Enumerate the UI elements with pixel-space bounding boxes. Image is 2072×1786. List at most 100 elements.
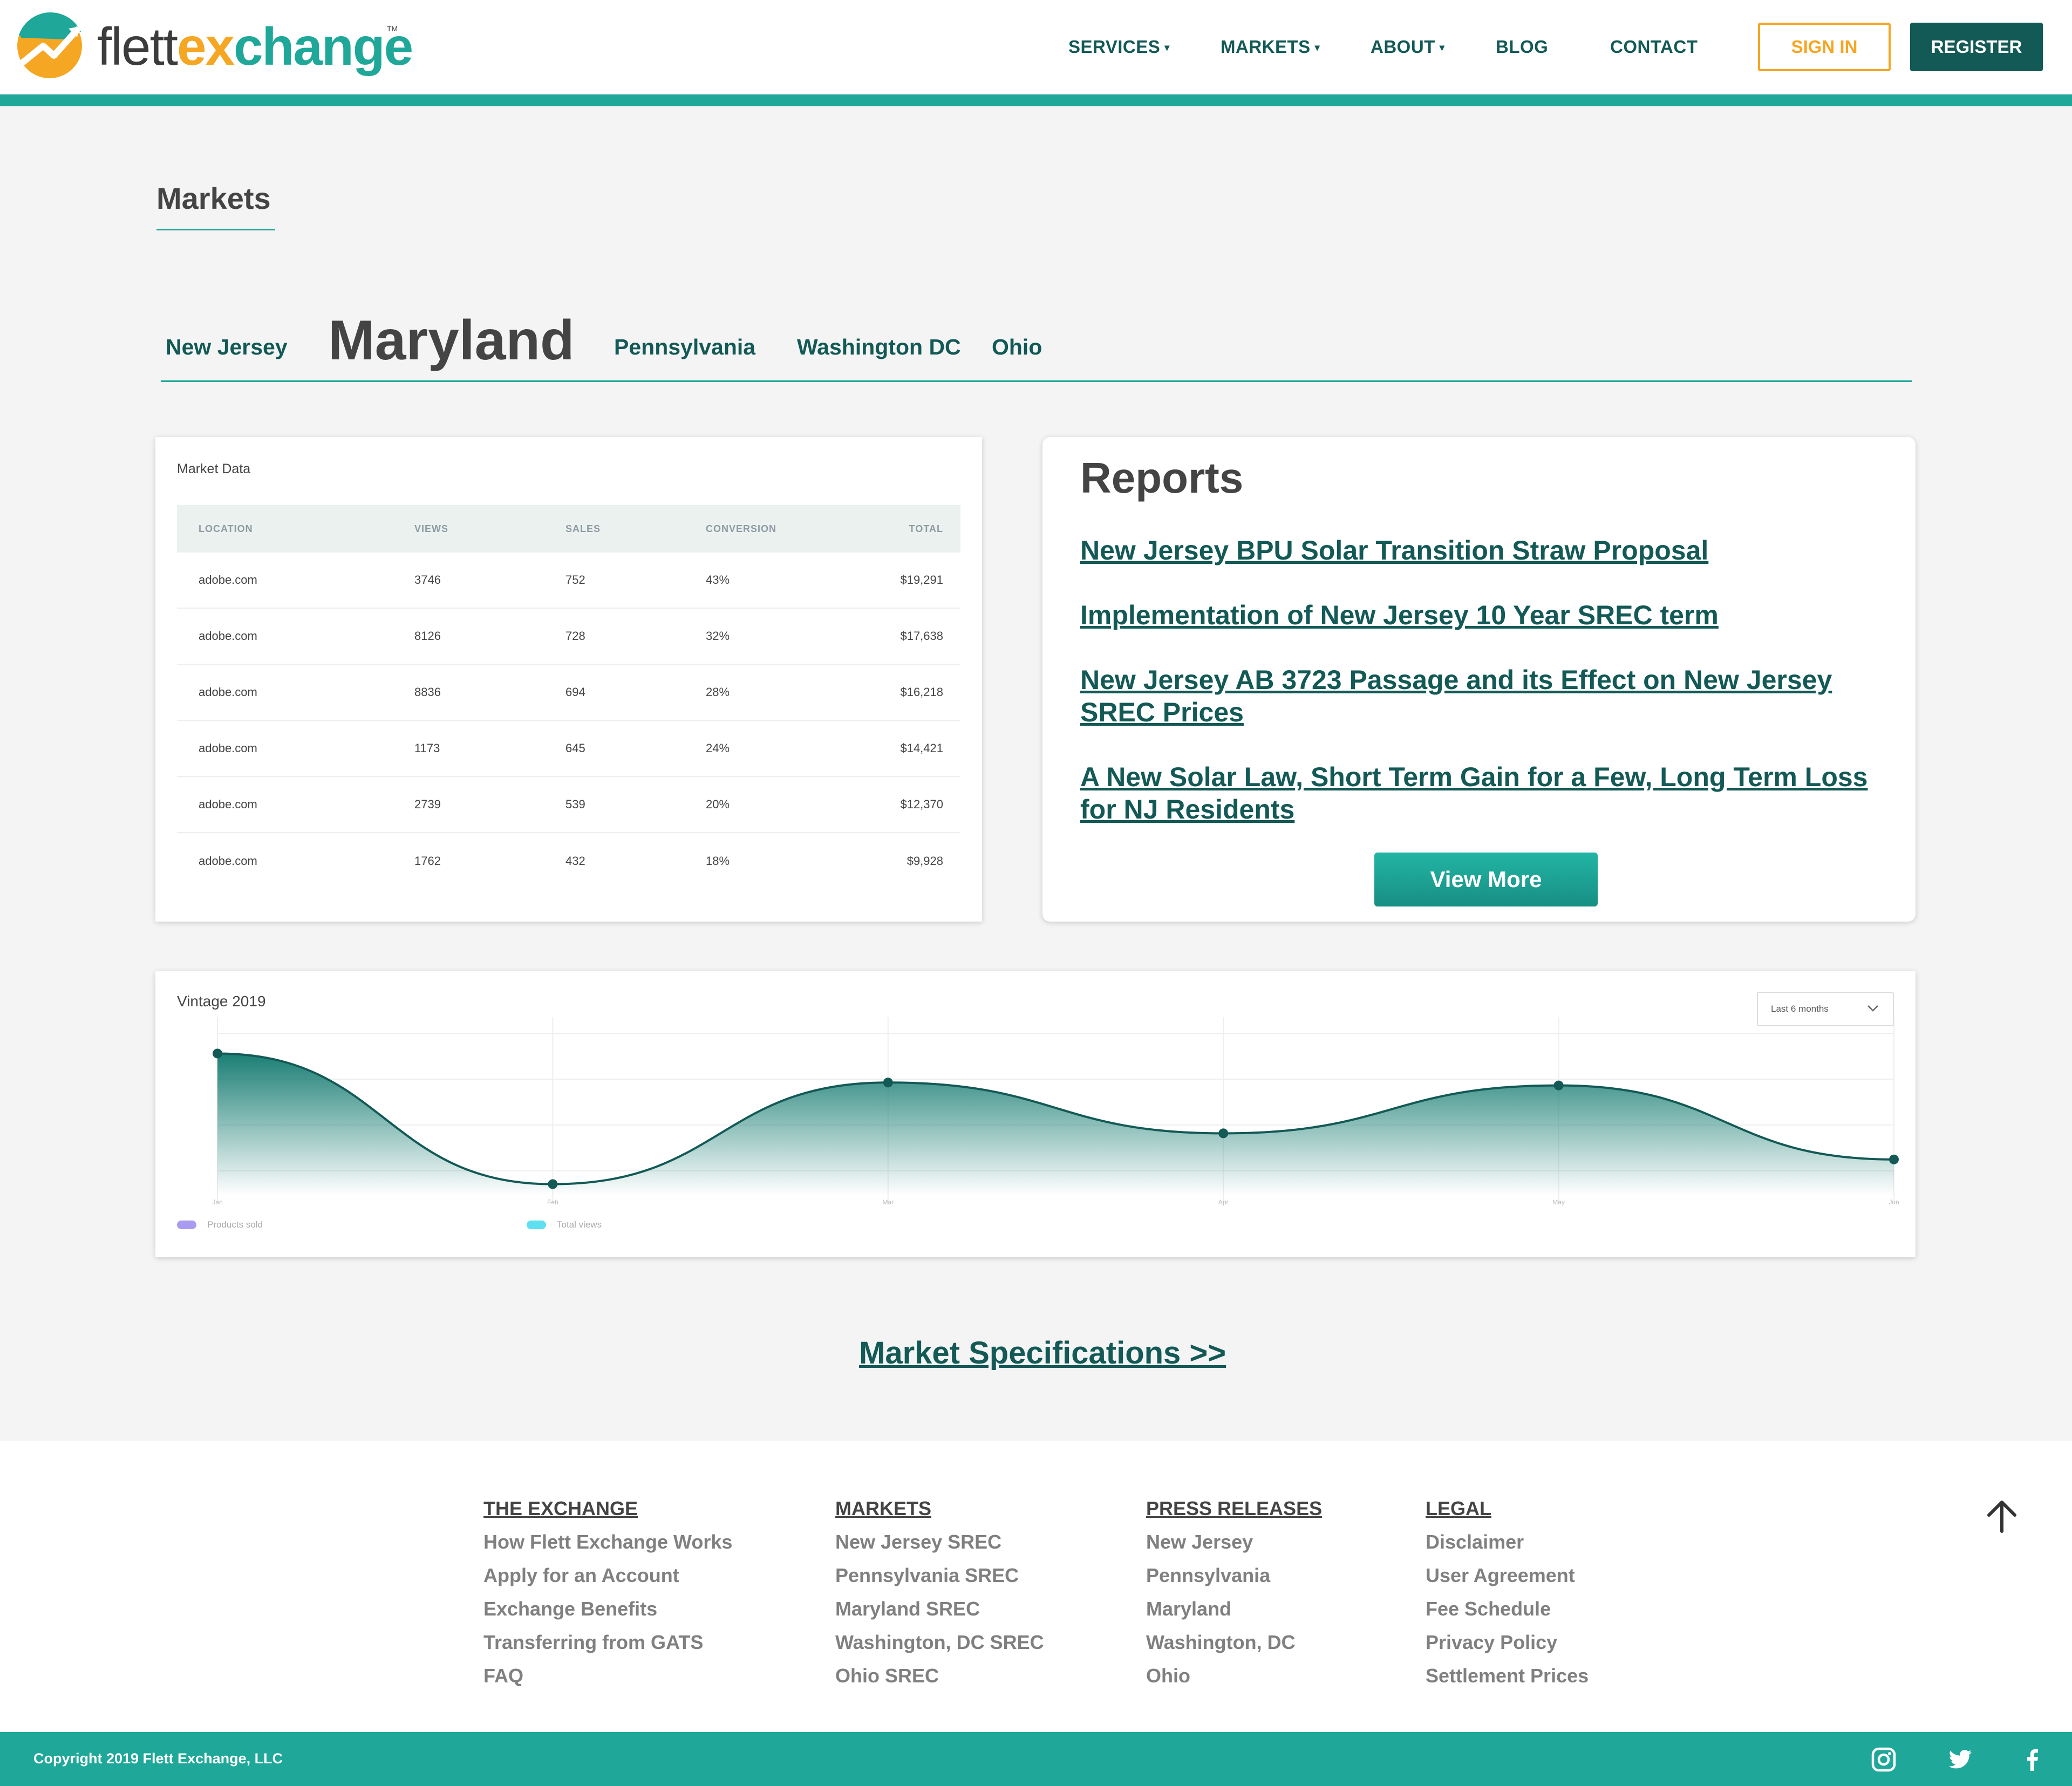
legend-label: Products sold: [207, 1219, 263, 1230]
nav-services[interactable]: SERVICES ▾: [1068, 37, 1170, 57]
page-title: Markets: [156, 181, 271, 215]
footer-link[interactable]: Apply for an Account: [483, 1564, 732, 1598]
cell-sales: 645: [565, 741, 585, 755]
report-link[interactable]: New Jersey AB 3723 Passage and its Effec…: [1080, 664, 1900, 728]
chevron-down-icon: ▾: [1164, 42, 1170, 53]
header-accent-bar: [0, 94, 2072, 106]
logo-trademark: TM: [387, 24, 398, 33]
nav-about[interactable]: ABOUT ▾: [1371, 37, 1444, 57]
footer-link[interactable]: Disclaimer: [1426, 1531, 1589, 1564]
view-more-button[interactable]: View More: [1374, 853, 1598, 906]
footer-link[interactable]: Settlement Prices: [1426, 1665, 1589, 1698]
legend-label: Total views: [557, 1219, 602, 1230]
footer-column-legal: LEGAL Disclaimer User Agreement Fee Sche…: [1426, 1497, 1589, 1698]
twitter-icon[interactable]: [1947, 1746, 1974, 1773]
footer-link[interactable]: Fee Schedule: [1426, 1598, 1589, 1631]
nav-blog[interactable]: BLOG: [1496, 37, 1548, 57]
reports-card: Reports New Jersey BPU Solar Transition …: [1042, 437, 1916, 922]
legend-products-sold: Products sold: [177, 1219, 263, 1230]
cell-conversion: 18%: [706, 854, 730, 868]
register-button[interactable]: REGISTER: [1910, 23, 2043, 71]
footer-link[interactable]: Washington, DC SREC: [835, 1631, 1044, 1665]
tab-maryland[interactable]: Maryland: [328, 309, 575, 373]
instagram-icon[interactable]: [1870, 1746, 1897, 1773]
footer-link[interactable]: Maryland SREC: [835, 1598, 1044, 1631]
cell-total: $17,638: [900, 629, 943, 643]
footer-heading: MARKETS: [835, 1497, 931, 1519]
cell-sales: 694: [565, 685, 585, 699]
cell-views: 8836: [414, 685, 441, 699]
market-data-card: Market Data LOCATION VIEWS SALES CONVERS…: [155, 437, 982, 922]
legend-swatch: [177, 1221, 196, 1229]
cell-conversion: 24%: [706, 741, 730, 755]
reports-title: Reports: [1080, 454, 1244, 502]
footer-link[interactable]: Pennsylvania: [1146, 1564, 1322, 1598]
market-data-title: Market Data: [177, 461, 251, 476]
footer-link[interactable]: User Agreement: [1426, 1564, 1589, 1598]
footer-link[interactable]: How Flett Exchange Works: [483, 1531, 732, 1564]
footer-link[interactable]: Transferring from GATS: [483, 1631, 732, 1665]
cell-sales: 728: [565, 629, 585, 643]
cell-location: adobe.com: [199, 854, 257, 868]
report-link[interactable]: New Jersey BPU Solar Transition Straw Pr…: [1080, 534, 1900, 567]
cell-sales: 432: [565, 854, 585, 868]
market-data-table: LOCATION VIEWS SALES CONVERSION TOTAL ad…: [177, 505, 960, 889]
footer-link[interactable]: Maryland: [1146, 1598, 1322, 1631]
market-specifications-link[interactable]: Market Specifications >>: [859, 1335, 1226, 1371]
table-row: adobe.com 1762 432 18% $9,928: [177, 833, 960, 889]
table-row: adobe.com 1173 645 24% $14,421: [177, 721, 960, 777]
data-point: [1553, 1080, 1564, 1090]
footer-link[interactable]: Exchange Benefits: [483, 1598, 732, 1631]
column-header-conversion: CONVERSION: [706, 523, 777, 534]
vintage-chart-card: Jan Feb Mar Apr May Jun Vintage 2019 Last 6 m…: [155, 971, 1916, 1257]
cell-views: 2739: [414, 797, 441, 811]
footer-link[interactable]: Pennsylvania SREC: [835, 1564, 1044, 1598]
data-point: [1889, 1154, 1899, 1164]
tab-ohio[interactable]: Ohio: [992, 335, 1042, 360]
footer-column-press-releases: PRESS RELEASES New Jersey Pennsylvania M…: [1146, 1497, 1322, 1698]
legend-total-views: Total views: [527, 1219, 602, 1230]
cell-sales: 539: [565, 797, 585, 811]
area-fill: [217, 1053, 1894, 1195]
arrow-up-icon[interactable]: [1985, 1499, 2019, 1533]
footer-link[interactable]: Ohio: [1146, 1665, 1322, 1698]
cell-total: $16,218: [900, 685, 943, 699]
cell-total: $19,291: [900, 573, 943, 587]
tab-pennsylvania[interactable]: Pennsylvania: [614, 335, 755, 360]
table-row: adobe.com 2739 539 20% $12,370: [177, 777, 960, 833]
chevron-down-icon: ▾: [1314, 42, 1320, 53]
data-point: [883, 1078, 893, 1088]
footer-link[interactable]: New Jersey: [1146, 1531, 1322, 1564]
facebook-icon[interactable]: [2019, 1746, 2046, 1773]
footer-link[interactable]: New Jersey SREC: [835, 1531, 1044, 1564]
footer-link[interactable]: Privacy Policy: [1426, 1631, 1589, 1665]
legend-swatch: [527, 1221, 546, 1229]
cell-location: adobe.com: [199, 573, 257, 587]
cell-location: adobe.com: [199, 629, 257, 643]
tab-new-jersey[interactable]: New Jersey: [166, 335, 288, 360]
cell-total: $14,421: [900, 741, 943, 755]
x-tick-label: Feb: [547, 1198, 558, 1206]
chevron-down-icon: ▾: [1439, 42, 1445, 53]
cell-sales: 752: [565, 573, 585, 587]
tab-washington-dc[interactable]: Washington DC: [797, 335, 961, 360]
table-header: LOCATION VIEWS SALES CONVERSION TOTAL: [177, 505, 960, 553]
report-link[interactable]: Implementation of New Jersey 10 Year SRE…: [1080, 599, 1900, 631]
report-link[interactable]: A New Solar Law, Short Term Gain for a F…: [1080, 761, 1900, 826]
period-select[interactable]: Last 6 months: [1757, 992, 1894, 1026]
nav-markets[interactable]: MARKETS ▾: [1221, 37, 1320, 57]
nav-contact[interactable]: CONTACT: [1610, 37, 1698, 57]
footer-link[interactable]: Ohio SREC: [835, 1665, 1044, 1698]
logo-mark-icon: [17, 12, 82, 78]
sign-in-button[interactable]: SIGN IN: [1758, 23, 1891, 71]
flett-exchange-logo[interactable]: flettexchange TM: [13, 8, 413, 84]
x-tick-label: Jun: [1889, 1198, 1899, 1206]
footer-link[interactable]: Washington, DC: [1146, 1631, 1322, 1665]
cell-views: 3746: [414, 573, 441, 587]
footer-link[interactable]: FAQ: [483, 1665, 732, 1698]
cell-location: adobe.com: [199, 741, 257, 755]
x-tick-label: Jan: [212, 1198, 222, 1206]
cell-views: 1762: [414, 854, 441, 868]
cell-conversion: 32%: [706, 629, 730, 643]
chart-title: Vintage 2019: [177, 993, 266, 1010]
